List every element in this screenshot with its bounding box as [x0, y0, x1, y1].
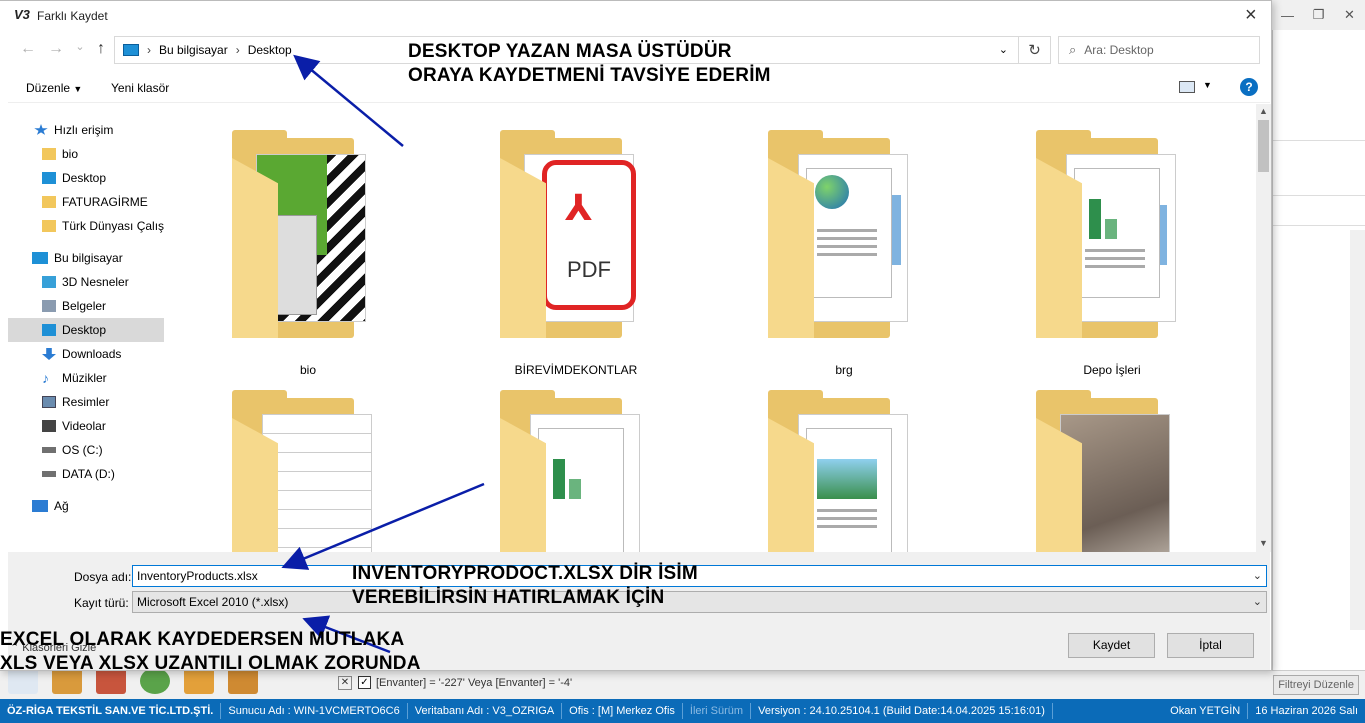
annotation-name-line2: VEREBİLİRSİN HATIRLAMAK İÇİN — [352, 587, 665, 608]
annotation-arrow-desktop — [293, 54, 404, 147]
annotation-desktop-line2: ORAYA KAYDETMENİ TAVSİYE EDERİM — [408, 65, 771, 86]
annotation-excel-line2: XLS VEYA XLSX UZANTILI OLMAK ZORUNDA — [0, 653, 421, 674]
annotation-desktop-line1: DESKTOP YAZAN MASA ÜSTÜDÜR — [408, 41, 732, 62]
annotation-name-line1: INVENTORYPRODOCT.XLSX DİR İSİM — [352, 563, 698, 584]
annotation-arrows — [281, 54, 485, 654]
annotation-arrow-filename — [281, 482, 485, 570]
annotation-excel-line1: EXCEL OLARAK KAYDEDERSEN MUTLAKA — [0, 629, 405, 650]
